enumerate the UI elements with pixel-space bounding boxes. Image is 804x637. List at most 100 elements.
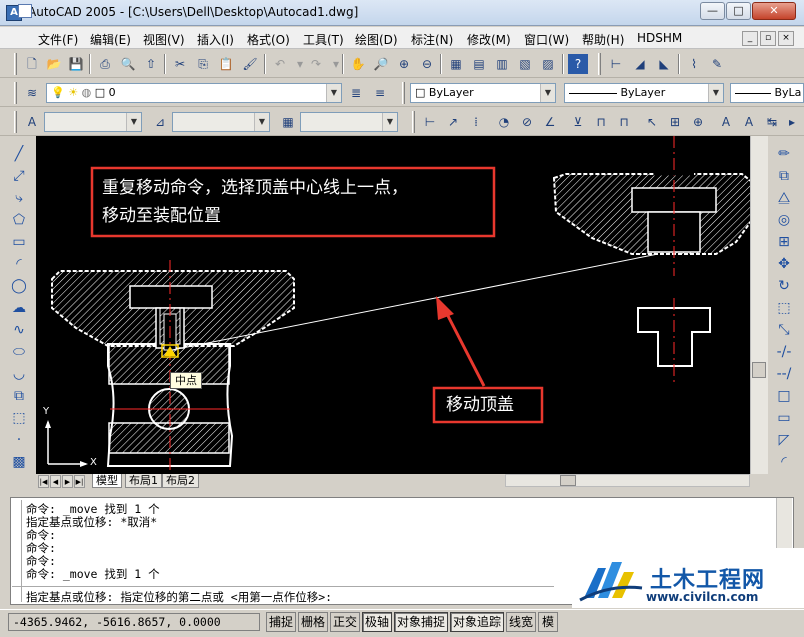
copy-icon[interactable]: ⎘ [193, 54, 213, 74]
minimize-button[interactable]: — [700, 2, 725, 20]
fillet-icon[interactable]: ◜ [774, 452, 794, 472]
sheet-set-icon[interactable]: ▧ [515, 54, 535, 74]
mdi-minimize-button[interactable]: _ [742, 31, 758, 46]
menu-edit[interactable]: 编辑(E) [90, 31, 131, 48]
menu-insert[interactable]: 插入(I) [197, 31, 234, 48]
chevron-down-icon[interactable]: ▼ [708, 84, 723, 102]
otrack-toggle[interactable]: 对象追踪 [450, 612, 504, 632]
break-icon[interactable]: ▭ [774, 408, 794, 428]
hatch-icon[interactable]: ▩ [9, 452, 29, 472]
break-at-point-icon[interactable]: □ [774, 386, 794, 406]
dim-continue-icon[interactable]: ⊓ [614, 112, 634, 132]
horizontal-scrollbar[interactable] [505, 474, 750, 487]
dim-text-edit-icon[interactable]: A [739, 112, 759, 132]
markup-icon[interactable]: ▨ [538, 54, 558, 74]
insert-block-icon[interactable]: ⧉ [9, 386, 29, 406]
chevron-down-icon[interactable]: ▼ [540, 84, 555, 102]
cut-icon[interactable]: ✂ [170, 54, 190, 74]
hatch-edit-icon[interactable]: ⌇ [684, 54, 704, 74]
linear-dimension-icon[interactable]: ⊢ [606, 54, 626, 74]
chevron-down-icon[interactable]: ▼ [382, 113, 397, 131]
menu-modify[interactable]: 修改(M) [467, 31, 511, 48]
linetype-control-dropdown[interactable]: ByLayer ▼ [564, 83, 724, 103]
grid-toggle[interactable]: 栅格 [298, 612, 328, 632]
zoom-realtime-icon[interactable]: 🔎 [371, 54, 391, 74]
vertical-scrollbar[interactable] [750, 136, 768, 474]
tab-last-button[interactable]: ▶| [74, 475, 85, 488]
erase-icon[interactable]: ✏ [774, 144, 794, 164]
dim-aligned-icon[interactable]: ↗ [443, 112, 463, 132]
toolbar-grip[interactable] [14, 82, 17, 104]
dim-update-icon[interactable]: ↹ [762, 112, 782, 132]
text-edit-icon[interactable]: ✎ [707, 54, 727, 74]
mdi-close-button[interactable]: × [778, 31, 794, 46]
make-object-layer-current-icon[interactable]: ≣ [346, 83, 366, 103]
menu-window[interactable]: 窗口(W) [524, 31, 569, 48]
menu-tools[interactable]: 工具(T) [303, 31, 344, 48]
open-file-icon[interactable]: 📂 [44, 54, 64, 74]
dim-diameter-icon[interactable]: ⊘ [517, 112, 537, 132]
drawing-canvas[interactable]: 重复移动命令，选择顶盖中心线上一点， 移动至装配位置 移动顶盖 中点 Y X [36, 136, 750, 474]
dim-edit-icon[interactable]: A [716, 112, 736, 132]
undo-icon[interactable]: ↶ [270, 54, 290, 74]
dim-angular-icon[interactable]: ∠ [540, 112, 560, 132]
ellipse-arc-icon[interactable]: ◡ [9, 364, 29, 384]
stretch-icon[interactable]: ⤡ [774, 320, 794, 340]
layer-manager-icon[interactable]: ≋ [22, 83, 42, 103]
dim-baseline-icon[interactable]: ⊓ [591, 112, 611, 132]
tab-layout1[interactable]: 布局1 [125, 474, 162, 488]
osnap-toggle[interactable]: 对象捕捉 [394, 612, 448, 632]
toolbar-grip[interactable] [14, 53, 17, 75]
design-center-icon[interactable]: ▤ [469, 54, 489, 74]
tab-next-button[interactable]: ▶ [62, 475, 73, 488]
toolbar-grip[interactable] [402, 82, 405, 104]
ellipse-icon[interactable]: ⬭ [9, 342, 29, 362]
trim-icon[interactable]: -/- [774, 342, 794, 362]
revision-cloud-icon[interactable]: ☁ [9, 298, 29, 318]
menu-dimension[interactable]: 标注(N) [411, 31, 453, 48]
point-icon[interactable]: · [9, 430, 29, 450]
arc-icon[interactable]: ◜ [9, 254, 29, 274]
move-icon[interactable]: ✥ [774, 254, 794, 274]
dim-ordinate-icon[interactable]: ⁞ [466, 112, 486, 132]
publish-icon[interactable]: ⇧ [141, 54, 161, 74]
line-icon[interactable]: ╱ [9, 144, 29, 164]
make-block-icon[interactable]: ⬚ [9, 408, 29, 428]
offset-icon[interactable]: ◎ [774, 210, 794, 230]
menu-draw[interactable]: 绘图(D) [355, 31, 398, 48]
layer-dropdown[interactable]: 💡 ☀ ◍ □ 0 ▼ [46, 83, 342, 103]
rotate-icon[interactable]: ↻ [774, 276, 794, 296]
layer-previous-icon[interactable]: ≡ [370, 83, 390, 103]
zoom-previous-icon[interactable]: ⊖ [417, 54, 437, 74]
print-preview-icon[interactable]: 🔍 [118, 54, 138, 74]
toolbar-grip[interactable] [14, 111, 17, 133]
menu-view[interactable]: 视图(V) [143, 31, 185, 48]
menu-file[interactable]: 文件(F) [38, 31, 78, 48]
horizontal-scroll-thumb[interactable] [560, 475, 576, 486]
document-icon[interactable] [18, 4, 32, 18]
construction-line-icon[interactable]: ⤢ [9, 166, 29, 186]
tab-prev-button[interactable]: ◀ [50, 475, 61, 488]
redo-icon[interactable]: ↷ [306, 54, 326, 74]
zoom-window-icon[interactable]: ⊕ [394, 54, 414, 74]
coordinate-readout[interactable]: -4365.9462, -5616.8657, 0.0000 [8, 613, 260, 631]
command-prompt[interactable]: 指定基点或位移: 指定位移的第二点或 <用第一点作位移>: [26, 589, 332, 605]
vertical-scroll-thumb[interactable] [752, 362, 766, 378]
chevron-down-icon[interactable]: ▼ [326, 84, 341, 102]
dim-radius-icon[interactable]: ◔ [494, 112, 514, 132]
color-control-dropdown[interactable]: □ ByLayer ▼ [410, 83, 556, 103]
mdi-restore-button[interactable]: ▫ [760, 31, 776, 46]
rectangle-icon[interactable]: ▭ [9, 232, 29, 252]
tab-first-button[interactable]: |◀ [38, 475, 49, 488]
dimension-style-icon[interactable]: ⊿ [150, 112, 170, 132]
table-style-dropdown[interactable]: ▼ [300, 112, 398, 132]
chevron-down-icon[interactable]: ▼ [126, 113, 141, 131]
maximize-button[interactable]: □ [726, 2, 751, 20]
ordinate-dimension-icon[interactable]: ◣ [654, 54, 674, 74]
mirror-icon[interactable]: ⧋ [774, 188, 794, 208]
menu-help[interactable]: 帮助(H) [582, 31, 624, 48]
copy-object-icon[interactable]: ⧉ [774, 166, 794, 186]
menu-hdshm[interactable]: HDSHM [637, 31, 682, 45]
text-style-dropdown[interactable]: ▼ [44, 112, 142, 132]
new-file-icon[interactable]: 🗋 [22, 54, 42, 74]
